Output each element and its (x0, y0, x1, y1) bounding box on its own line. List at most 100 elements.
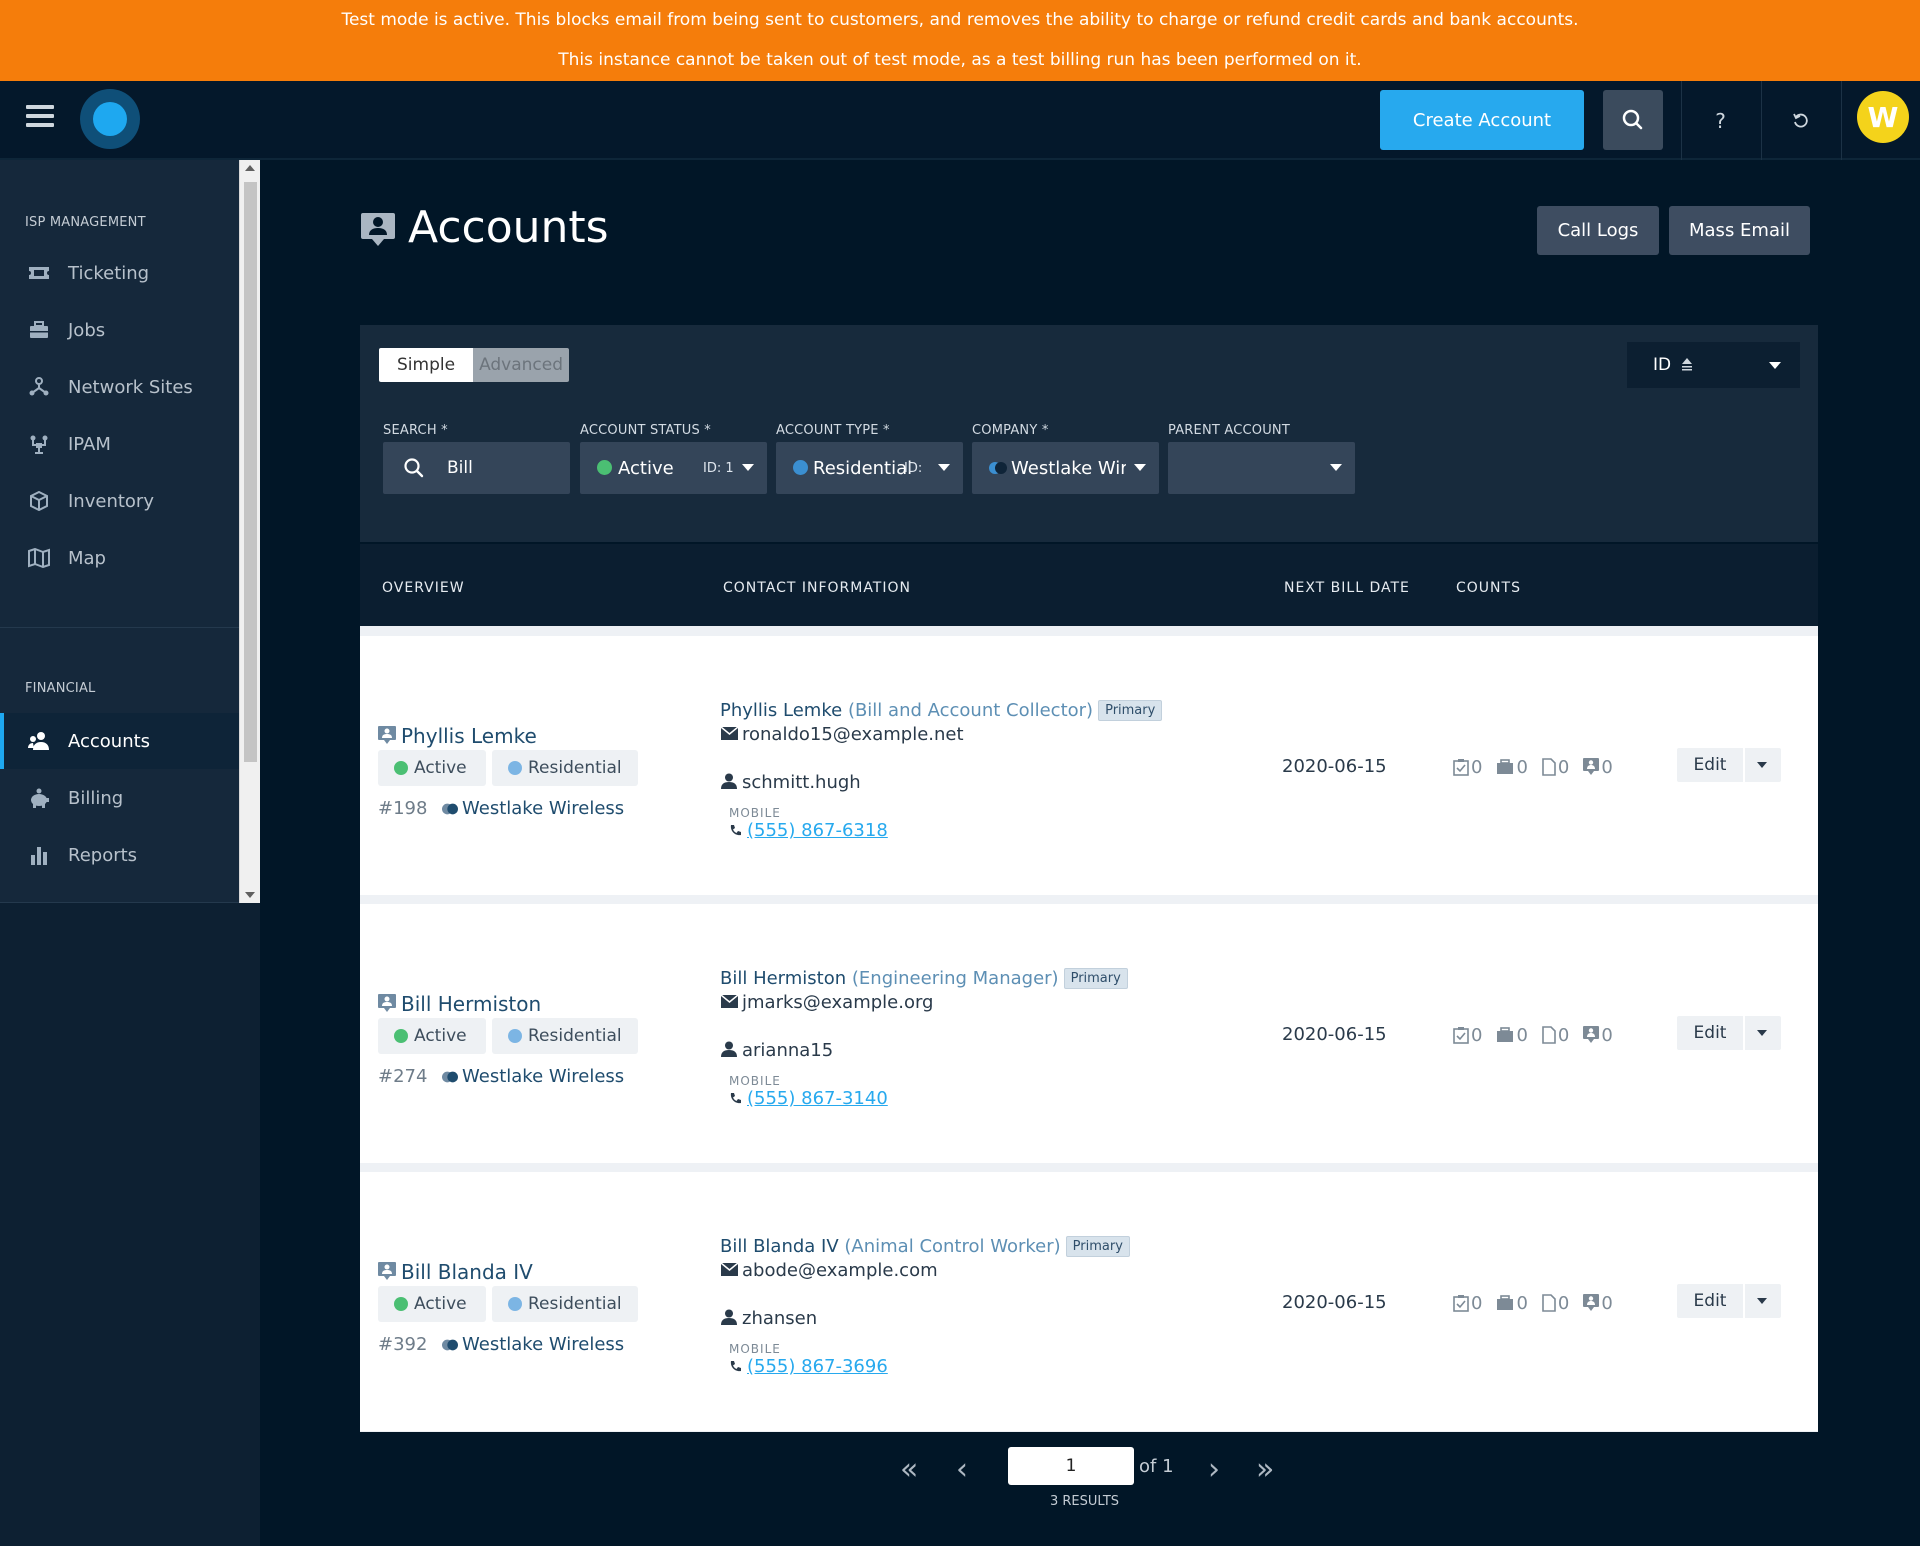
account-name-link[interactable]: Phyllis Lemke (401, 724, 537, 748)
create-account-button[interactable]: Create Account (1380, 90, 1584, 150)
edit-button[interactable]: Edit (1677, 1284, 1743, 1318)
sidebar-item-inventory[interactable]: Inventory (0, 473, 239, 529)
sort-select[interactable]: ID (1627, 342, 1800, 388)
status-dot (394, 1297, 408, 1311)
account-type-select[interactable]: Residential ID: (776, 442, 963, 494)
ipam-icon (28, 433, 50, 455)
company-icon (442, 1339, 458, 1351)
contact-phone-link[interactable]: (555) 867-6318 (747, 820, 888, 841)
sidebar-item-label: Network Sites (68, 376, 193, 398)
status-badge-label: Active (414, 1294, 467, 1314)
chevron-down-icon (1757, 1030, 1767, 1036)
last-page-icon[interactable]: » (1256, 1452, 1274, 1487)
sidebar-item-ipam[interactable]: IPAM (0, 416, 239, 472)
contacts-count: 0 (1583, 1024, 1613, 1046)
scrollbar-thumb[interactable] (244, 182, 257, 762)
app-logo[interactable] (80, 89, 140, 149)
type-dot (508, 1297, 522, 1311)
mass-email-button[interactable]: Mass Email (1669, 206, 1810, 255)
sidebar-item-reports[interactable]: Reports (0, 827, 239, 883)
help-button[interactable]: ? (1681, 81, 1759, 160)
type-badge-label: Residential (528, 758, 622, 778)
account-icon (378, 1262, 396, 1280)
column-counts: COUNTS (1456, 580, 1521, 596)
results-count: 3 RESULTS (1050, 1494, 1120, 1509)
jobs-count: 0 (1496, 756, 1528, 778)
account-name-link[interactable]: Bill Hermiston (401, 992, 541, 1016)
search-label: SEARCH * (383, 423, 448, 438)
account-icon (378, 994, 396, 1012)
contact-username: zhansen (742, 1308, 818, 1329)
next-page-icon[interactable]: › (1208, 1452, 1220, 1487)
sidebar-item-billing[interactable]: Billing (0, 770, 239, 826)
type-badge: Residential (492, 1018, 638, 1054)
count-value: 0 (1557, 1292, 1570, 1314)
tasks-count: 0 (1453, 1024, 1482, 1046)
tasks-count: 0 (1453, 1292, 1482, 1314)
call-logs-button[interactable]: Call Logs (1537, 206, 1659, 255)
hamburger-menu-icon[interactable] (26, 105, 54, 133)
section-financial: FINANCIAL (25, 681, 96, 696)
contact-card-icon (1583, 758, 1600, 775)
contact-name-text[interactable]: Bill Blanda IV (720, 1236, 839, 1257)
briefcase-icon (28, 319, 50, 341)
edit-button[interactable]: Edit (1677, 748, 1743, 782)
contact-phone-link[interactable]: (555) 867-3696 (747, 1356, 888, 1377)
counts-group: 0 0 0 0 (1453, 1292, 1627, 1314)
chevron-down-icon (1757, 1298, 1767, 1304)
contact-email: ronaldo15@example.net (742, 724, 964, 745)
account-type-id: ID: (904, 461, 923, 476)
company-name: Westlake Wireless (462, 798, 625, 819)
edit-button[interactable]: Edit (1677, 1016, 1743, 1050)
account-status-select[interactable]: Active ID: 1 (580, 442, 767, 494)
edit-dropdown-button[interactable] (1745, 748, 1781, 782)
sidebar-item-accounts[interactable]: Accounts (0, 713, 239, 769)
sidebar-item-jobs[interactable]: Jobs (0, 302, 239, 358)
parent-account-select[interactable] (1168, 442, 1355, 494)
sidebar-scrollbar[interactable] (239, 160, 260, 903)
company-select[interactable]: Westlake Wireless (972, 442, 1159, 494)
contacts-count: 0 (1583, 756, 1613, 778)
sidebar-item-label: Accounts (68, 730, 151, 752)
users-icon (28, 730, 50, 752)
mobile-label: MOBILE (729, 806, 781, 820)
primary-badge: Primary (1063, 968, 1128, 989)
search-button[interactable] (1603, 90, 1663, 150)
previous-page-icon[interactable]: ‹ (956, 1452, 968, 1487)
sidebar-item-map[interactable]: Map (0, 530, 239, 586)
contact-name: Bill Blanda IV (Animal Control Worker) Pr… (720, 1236, 1130, 1257)
refresh-icon (1792, 113, 1808, 127)
edit-dropdown-button[interactable] (1745, 1016, 1781, 1050)
user-icon (721, 1309, 737, 1325)
sidebar-item-label: Billing (68, 787, 124, 809)
refresh-button[interactable] (1761, 81, 1839, 160)
sidebar-item-ticketing[interactable]: Ticketing (0, 245, 239, 301)
scroll-down-arrow-icon[interactable] (245, 892, 255, 898)
briefcase-icon (1497, 759, 1514, 774)
sidebar-item-network-sites[interactable]: Network Sites (0, 359, 239, 415)
status-badge-label: Active (414, 1026, 467, 1046)
page-number-input[interactable] (1008, 1447, 1134, 1485)
avatar[interactable]: W (1857, 91, 1909, 143)
edit-dropdown-button[interactable] (1745, 1284, 1781, 1318)
status-dot (394, 1029, 408, 1043)
account-icon (378, 726, 396, 744)
chevron-down-icon (938, 464, 950, 471)
status-badge-label: Active (414, 758, 467, 778)
clipboard-check-icon (1453, 1027, 1469, 1044)
first-page-icon[interactable]: « (900, 1452, 918, 1487)
tab-simple[interactable]: Simple (379, 348, 474, 382)
search-input[interactable]: Bill (383, 442, 570, 494)
scroll-up-arrow-icon[interactable] (245, 165, 255, 171)
contact-name-text[interactable]: Bill Hermiston (720, 968, 846, 989)
sidebar-divider (0, 627, 239, 628)
account-name-link[interactable]: Bill Blanda IV (401, 1260, 533, 1284)
count-value: 0 (1601, 756, 1613, 778)
contact-card-icon (1583, 1294, 1600, 1311)
filter-panel: Simple Advanced ID SEARCH * Bill ACCOUNT… (360, 325, 1818, 542)
count-value: 0 (1471, 1292, 1483, 1314)
top-header: Create Account ? W (0, 81, 1920, 160)
tab-advanced[interactable]: Advanced (473, 348, 570, 382)
contact-phone-link[interactable]: (555) 867-3140 (747, 1088, 888, 1109)
contact-name-text[interactable]: Phyllis Lemke (720, 700, 842, 721)
